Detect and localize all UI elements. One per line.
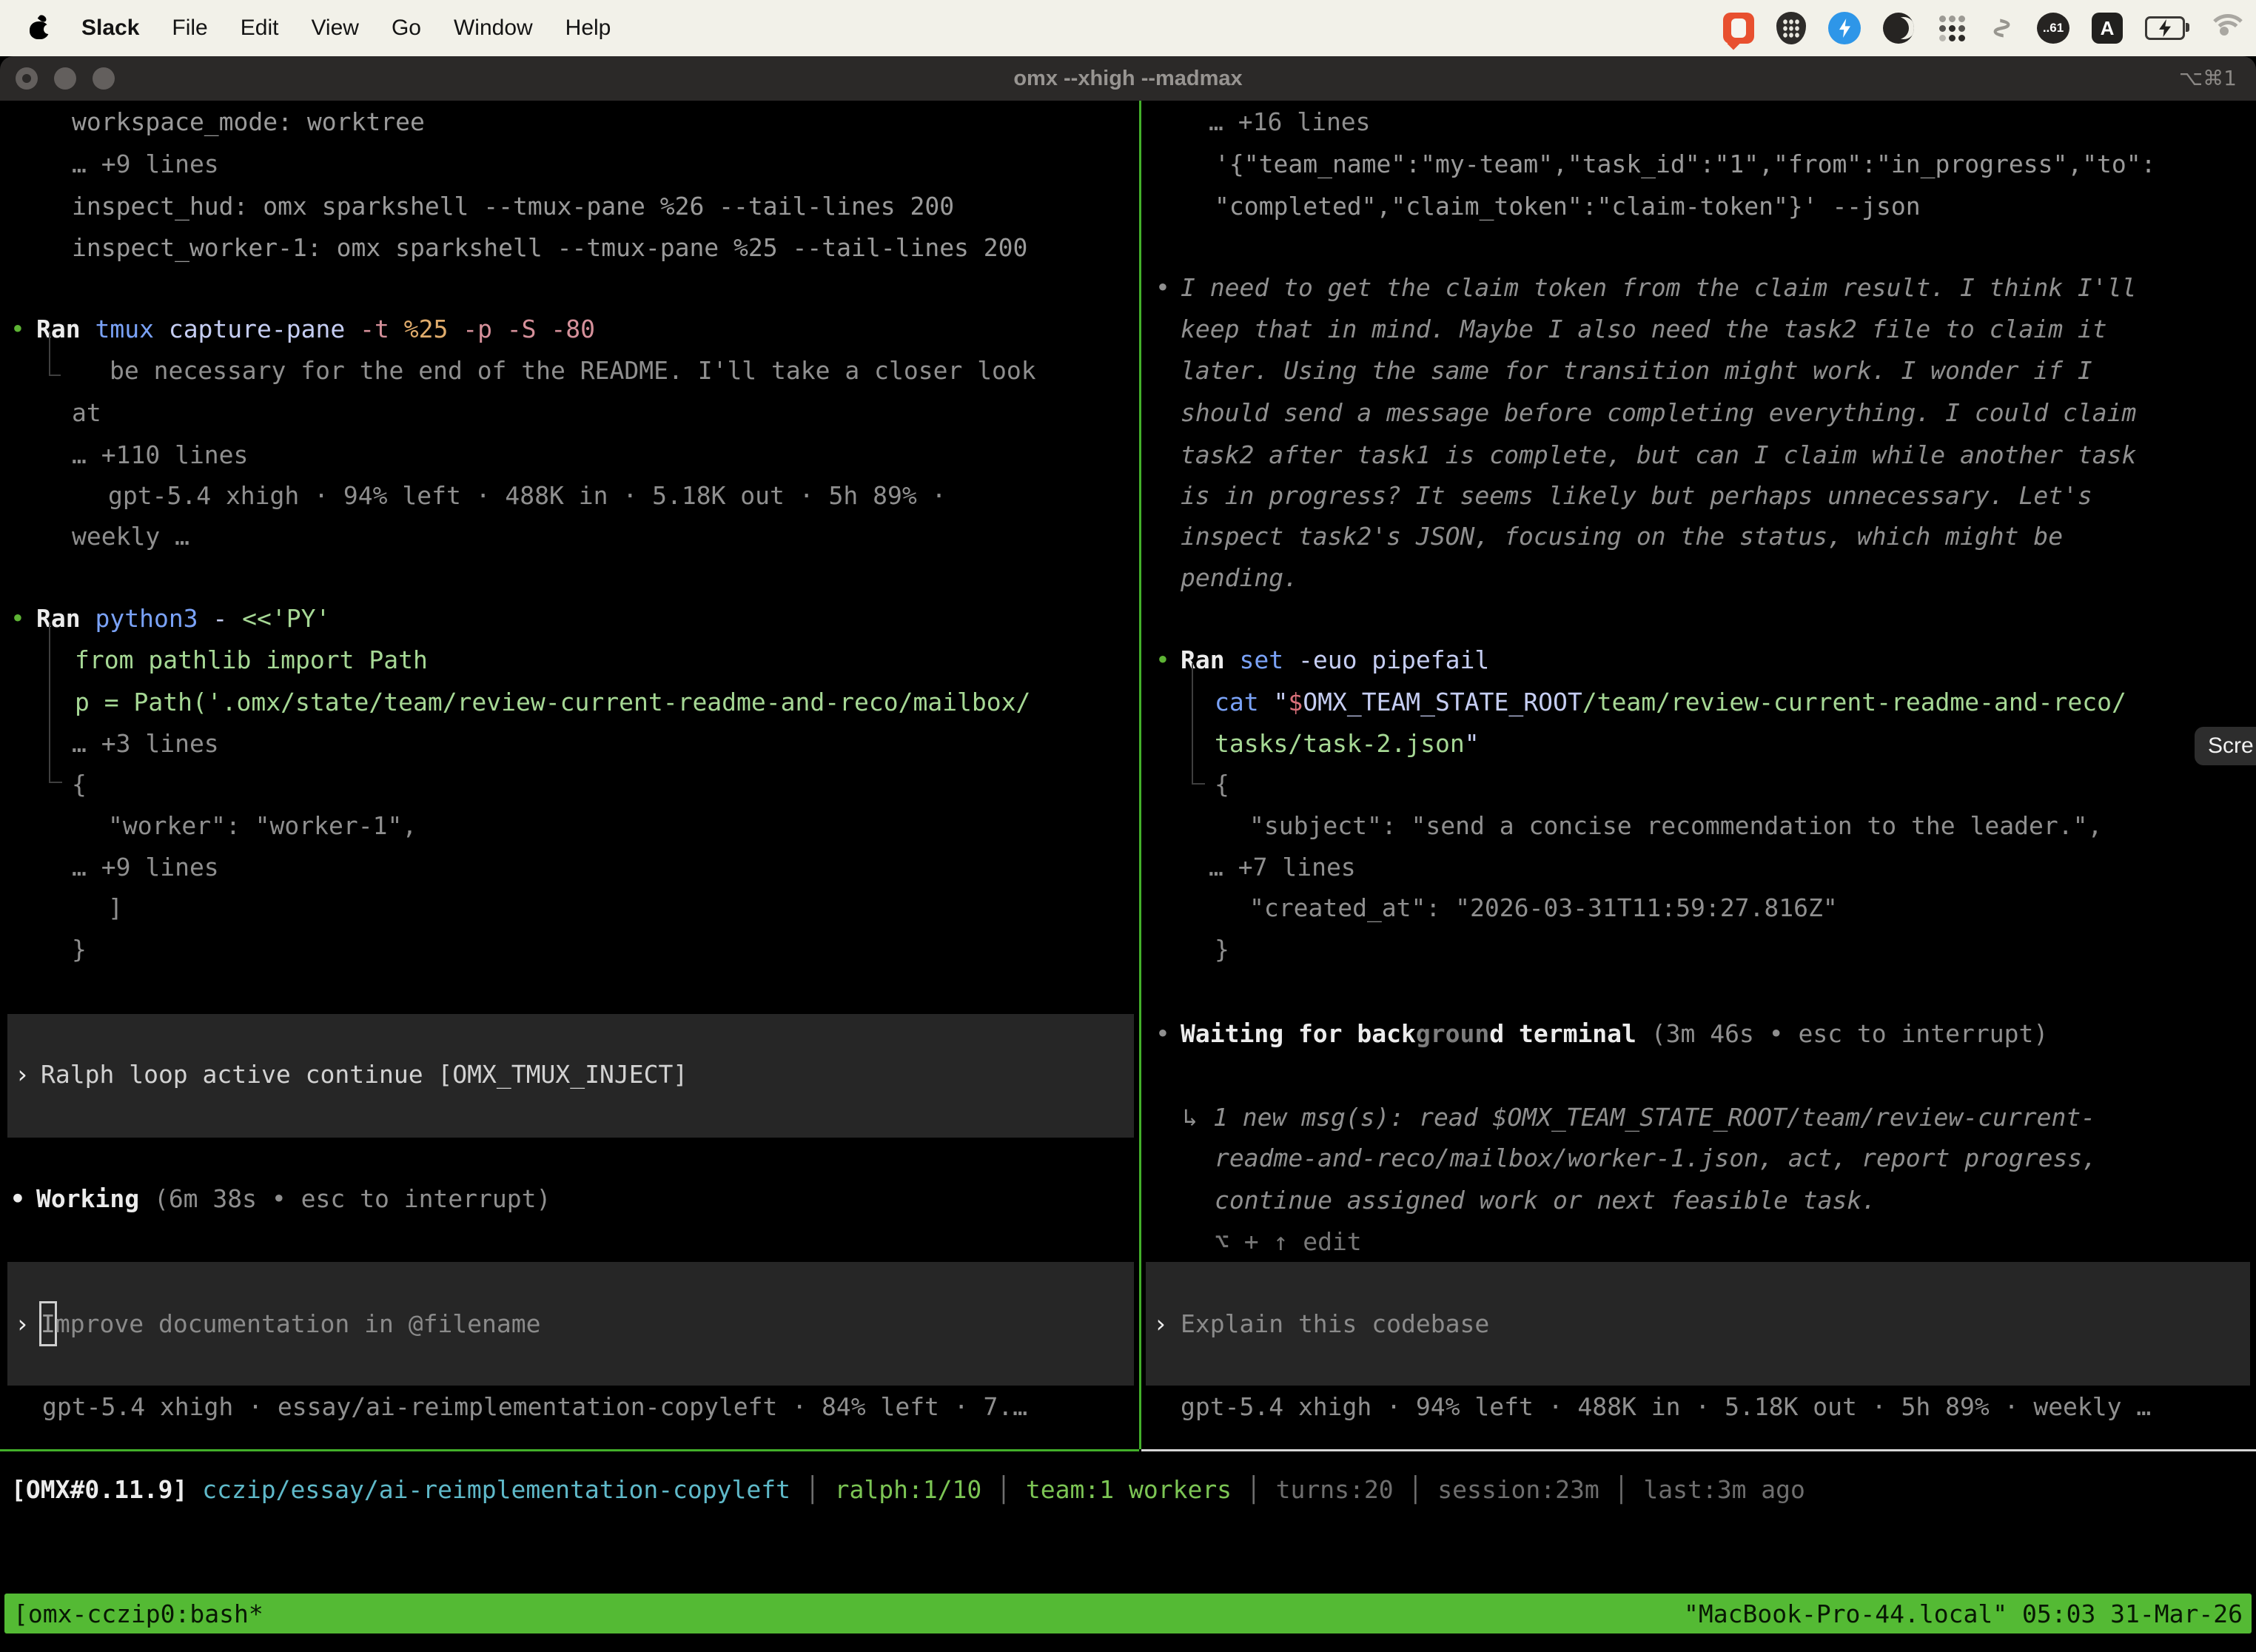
model-status-line-left: gpt-5.4 xhigh · essay/ai-reimplementatio… [42,1386,1027,1428]
command-output-line: weekly … [72,515,189,557]
mailbox-message-line: readme-and-reco/mailbox/worker-1.json, a… [1215,1137,2097,1179]
badge-bolt-icon[interactable] [1828,12,1861,44]
notification-count-icon[interactable]: ..61 [2037,13,2069,44]
collapsed-lines-indicator[interactable]: … +9 lines [72,846,219,888]
terminal-line: inspect_hud: omx sparkshell --tmux-pane … [72,185,954,227]
command-output-line: "worker": "worker-1", [108,805,417,847]
thought-line: keep that in mind. Maybe I also need the… [1181,308,2107,350]
chevron-icon: › [15,1053,30,1095]
command-output-line: gpt-5.4 xhigh · 94% left · 488K in · 5.1… [108,474,946,517]
pane-divider[interactable] [1139,101,1141,1449]
command-output-line: "created_at": "2026-03-31T11:59:27.816Z" [1249,887,1838,929]
output-corner-guide [49,332,61,376]
thought-line: is in progress? It seems likely but perh… [1181,474,2092,517]
moon-circle-icon[interactable] [1883,13,1914,44]
menu-item-file[interactable]: File [172,16,207,41]
text-cursor: I [41,1303,56,1345]
collapsed-lines-indicator[interactable]: … +16 lines [1209,101,1371,143]
menu-app-name[interactable]: Slack [81,16,139,41]
command-output-line: ] [108,887,123,929]
bullet-icon: • [10,597,25,639]
command-line: cat "$OMX_TEAM_STATE_ROOT/team/review-cu… [1215,681,2126,723]
collapsed-lines-indicator[interactable]: … +7 lines [1209,846,1356,888]
collapsed-lines-indicator[interactable]: … +110 lines [72,434,248,476]
terminal-line: "completed","claim_token":"claim-token"}… [1215,185,1921,227]
prompt-chevron-icon: › [1153,1303,1168,1345]
prompt-input-text-left[interactable]: Improve documentation in @filename [41,1303,541,1345]
command-output-line: be necessary for the end of the README. … [110,349,1036,392]
tmux-host-and-clock: "MacBook-Pro-44.local" 05:03 31-Mar-26 [1684,1599,2243,1628]
edit-shortcut-hint: ⌥ + ↑ edit [1215,1220,1362,1263]
mailbox-message-line: continue assigned work or next feasible … [1215,1179,1876,1221]
message-arrow-icon: ↳ [1183,1096,1198,1138]
terminal-line: '{"team_name":"my-team","task_id":"1","f… [1215,143,2156,185]
bullet-icon: • [1155,266,1170,309]
window-title-bar: omx --xhigh --madmax ⌥⌘1 [0,56,2256,101]
menu-item-edit[interactable]: Edit [241,16,279,41]
command-output-line: } [1215,928,1229,970]
thought-line: pending. [1181,557,1298,599]
menu-status-icons: ∿ ..61 A [1723,0,2243,56]
command-output-line: at [72,392,101,434]
window-title: omx --xhigh --madmax [0,56,2256,101]
wifi-icon[interactable] [2207,14,2243,42]
model-status-line-right: gpt-5.4 xhigh · 94% left · 488K in · 5.1… [1181,1386,2151,1428]
output-corner-guide [1192,663,1205,785]
input-source-icon[interactable]: A [2092,13,2123,44]
menu-item-help[interactable]: Help [565,16,611,41]
command-line: Ran set -euo pipefail [1181,639,1489,681]
apple-icon[interactable] [30,17,49,39]
tmux-session-name: [omx-cczip0:bash* [13,1599,263,1628]
pane-border-bottom-left [0,1449,1139,1451]
dots-grid-icon[interactable] [1936,13,1967,44]
screen-tooltip: Scre [2195,727,2256,765]
working-status-line: Working (6m 38s • esc to interrupt) [36,1178,551,1220]
command-output-line: } [72,928,87,970]
tmux-status-bar: [omx-cczip0:bash* "MacBook-Pro-44.local"… [4,1594,2252,1633]
prompt-chevron-icon: › [15,1303,30,1345]
command-line: tasks/task-2.json" [1215,722,1480,765]
menu-item-go[interactable]: Go [392,16,421,41]
window-shortcut-badge: ⌥⌘1 [2179,56,2237,101]
battery-icon[interactable] [2145,16,2185,40]
bullet-icon: • [1155,1013,1170,1055]
squiggle-icon[interactable]: ∿ [1985,16,2019,41]
command-output-line: { [72,763,87,805]
ralph-loop-status-text: Ralph loop active continue [OMX_TMUX_INJ… [41,1053,688,1095]
pane-border-bottom-right [1141,1449,2256,1451]
command-line: Ran tmux capture-pane -t %25 -p -S -80 [36,308,595,350]
menu-item-view[interactable]: View [311,16,358,41]
thought-line: I need to get the claim token from the c… [1181,266,2136,309]
thought-line: inspect task2's JSON, focusing on the st… [1181,515,2063,557]
menu-item-window[interactable]: Window [454,16,533,41]
collapsed-lines-indicator[interactable]: … +3 lines [72,722,219,765]
prompt-input-text-right[interactable]: Explain this codebase [1181,1303,1489,1345]
output-corner-guide [49,622,62,783]
omx-hud-status-bar: [OMX#0.11.9] cczip/essay/ai-reimplementa… [11,1468,1805,1511]
collapsed-lines-indicator[interactable]: … +9 lines [72,143,219,185]
thought-line: should send a message before completing … [1181,392,2136,434]
bullet-icon: • [10,1178,25,1220]
thought-line: task2 after task1 is complete, but can I… [1181,434,2136,476]
command-line: Ran python3 - <<'PY' [36,597,330,639]
mailbox-message-line: 1 new msg(s): read $OMX_TEAM_STATE_ROOT/… [1213,1096,2095,1138]
terminal-content: workspace_mode: worktree … +9 lines insp… [0,101,2256,1652]
code-line: from pathlib import Path [75,639,428,681]
code-line: p = Path('.omx/state/team/review-current… [75,681,1030,723]
menu-bar: Slack File Edit View Go Window Help ∿ ..… [0,0,2256,56]
chat-bubble-icon[interactable] [1723,13,1754,44]
command-output-line: { [1215,763,1229,805]
waiting-status-line: Waiting for background terminal (3m 46s … [1181,1013,2048,1055]
bullet-icon: • [1155,639,1170,681]
terminal-line: inspect_worker-1: omx sparkshell --tmux-… [72,226,1027,269]
bullet-icon: • [10,308,25,350]
shield-grid-icon[interactable] [1776,12,1806,44]
command-output-line: "subject": "send a concise recommendatio… [1249,805,2102,847]
terminal-line: workspace_mode: worktree [72,101,425,143]
thought-line: later. Using the same for transition mig… [1181,349,2092,392]
